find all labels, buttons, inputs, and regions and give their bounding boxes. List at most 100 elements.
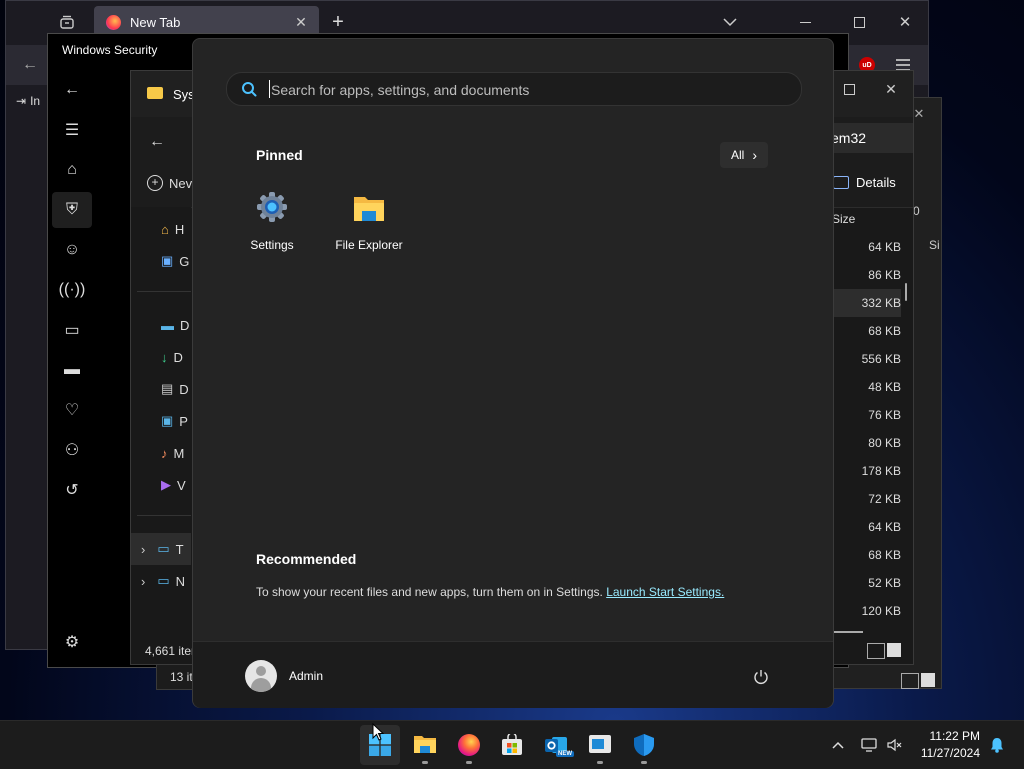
taskbar-remote-desktop[interactable] (580, 725, 620, 765)
all-apps-button[interactable]: All › (720, 142, 768, 168)
add-icon: + (147, 175, 163, 191)
device-laptop-icon[interactable]: ▬ (52, 352, 92, 388)
network-antenna-icon[interactable]: ((·)) (52, 272, 92, 308)
address-path: em32 (831, 130, 867, 146)
list-view-icon[interactable] (901, 673, 919, 689)
clock-date: 11/27/2024 (920, 746, 980, 760)
file-explorer-icon (413, 733, 437, 755)
taskbar-file-explorer[interactable] (405, 725, 445, 765)
system-clock[interactable]: 11:22 PM 11/27/2024 (912, 729, 980, 761)
nav-label: D (173, 349, 183, 365)
close-tab-icon[interactable]: ✕ (292, 13, 310, 31)
details-pane-button[interactable]: Details (833, 175, 896, 190)
recommended-message: To show your recent files and new apps, … (256, 585, 724, 599)
back-arrow-icon[interactable]: ← (145, 131, 169, 153)
taskbar-firefox[interactable] (449, 725, 489, 765)
import-label: In (30, 94, 41, 108)
tab-list-chevron-icon[interactable] (719, 11, 741, 33)
app-browser-icon[interactable]: ▭ (52, 312, 92, 348)
power-icon[interactable] (747, 663, 775, 691)
tile-view-icon[interactable] (921, 673, 935, 687)
pinned-app-label: Settings (250, 238, 294, 252)
close-window-icon[interactable]: ✕ (894, 11, 916, 33)
music-icon: ♪ (161, 445, 168, 461)
view-toggle[interactable] (867, 643, 907, 659)
nav-label: N (175, 573, 186, 589)
gallery-icon: ▣ (161, 253, 174, 268)
chevron-right-icon: › (752, 147, 757, 163)
new-badge: NEW (556, 751, 574, 757)
scrollbar-thumb[interactable] (905, 283, 907, 301)
taskbar-outlook[interactable]: NEW (536, 725, 576, 765)
nav-label: G (179, 253, 190, 269)
taskbar-microsoft-store[interactable] (492, 725, 532, 765)
recommended-heading: Recommended (256, 551, 357, 567)
document-icon: ▤ (161, 381, 174, 396)
firefox-logo-icon (458, 734, 480, 756)
home-icon[interactable]: ⌂ (52, 152, 92, 188)
minimize-icon[interactable] (794, 11, 816, 33)
shield-icon[interactable]: ⛨ (52, 192, 92, 228)
size-column-header[interactable]: Size (832, 212, 855, 226)
microsoft-store-icon (501, 732, 523, 756)
new-button[interactable]: + Nev (147, 175, 192, 191)
nav-item-network[interactable]: › ▭ N (131, 565, 191, 597)
tab-title: New Tab (130, 15, 181, 30)
maximize-icon[interactable] (848, 11, 870, 33)
chevron-right-icon[interactable]: › (141, 574, 145, 589)
new-tab-icon[interactable]: + (327, 11, 349, 33)
tab-overview-icon[interactable] (56, 11, 78, 33)
family-icon[interactable]: ⚇ (52, 432, 92, 468)
nav-label: P (179, 413, 188, 429)
health-heart-icon[interactable]: ♡ (52, 392, 92, 428)
account-person-icon[interactable]: ☺ (52, 232, 92, 268)
network-icon[interactable] (858, 734, 880, 756)
search-input[interactable] (269, 73, 793, 107)
pinned-app-file-explorer[interactable]: File Explorer (329, 189, 409, 259)
mouse-cursor-icon (372, 722, 385, 741)
taskbar: NEW 11:22 PM 11/27/2024 (0, 720, 1024, 769)
recommended-text: To show your recent files and new apps, … (256, 585, 607, 599)
pinned-app-settings[interactable]: Settings (232, 189, 312, 259)
chevron-right-icon[interactable]: › (141, 542, 145, 557)
nav-item-this-pc[interactable]: › ▭ T (131, 533, 191, 565)
window-app-icon (589, 735, 611, 753)
start-footer: Admin (193, 641, 833, 708)
all-apps-label: All (730, 148, 745, 162)
close-window-icon[interactable]: ✕ (881, 79, 901, 99)
status-item-count-2: 13 it (170, 670, 193, 684)
pictures-icon: ▣ (161, 413, 174, 428)
menu-hamburger-icon[interactable]: ☰ (52, 112, 92, 148)
taskbar-windows-security[interactable] (624, 725, 664, 765)
details-label: Details (856, 175, 896, 190)
start-search-box[interactable] (226, 72, 802, 107)
address-field[interactable]: em32 (831, 123, 913, 153)
explorer-navigation-pane: ⌂ H ▣ G ▬ D ↓ D ▤ D ▣ P ♪ M ▶ V › ▭ T › ▭ N (131, 207, 191, 637)
back-arrow-icon[interactable]: ← (18, 54, 42, 76)
nav-label: D (179, 381, 189, 397)
tiles-view-icon[interactable] (887, 643, 901, 657)
firefox-logo-icon (106, 15, 121, 30)
nav-label: H (174, 221, 185, 237)
clock-time: 11:22 PM (929, 729, 980, 743)
new-label: Nev (169, 175, 193, 191)
shield-icon (633, 733, 655, 757)
back-size-header: Si (929, 238, 940, 252)
details-view-icon[interactable] (867, 643, 885, 659)
maximize-icon[interactable] (839, 79, 859, 99)
running-indicator (422, 761, 428, 764)
history-icon[interactable]: ↺ (52, 472, 92, 508)
import-icon: ⇥ (16, 94, 27, 108)
settings-gear-icon[interactable]: ⚙ (52, 624, 92, 660)
volume-muted-icon[interactable] (884, 734, 906, 756)
chevron-up-icon[interactable] (828, 735, 848, 755)
size-column: 64 KB 86 KB 332 KB 68 KB 556 KB 48 KB 76… (821, 233, 911, 633)
settings-icon (256, 191, 288, 223)
back-arrow-icon[interactable]: ← (52, 72, 92, 108)
launch-start-settings-link[interactable]: Launch Start Settings. (606, 585, 724, 599)
notification-bell-icon[interactable] (986, 734, 1008, 756)
horizontal-scrollbar-thumb[interactable] (831, 631, 863, 633)
user-account-button[interactable]: Admin (245, 660, 323, 692)
back-view-toggle[interactable] (901, 673, 941, 689)
nav-label: M (173, 445, 185, 461)
